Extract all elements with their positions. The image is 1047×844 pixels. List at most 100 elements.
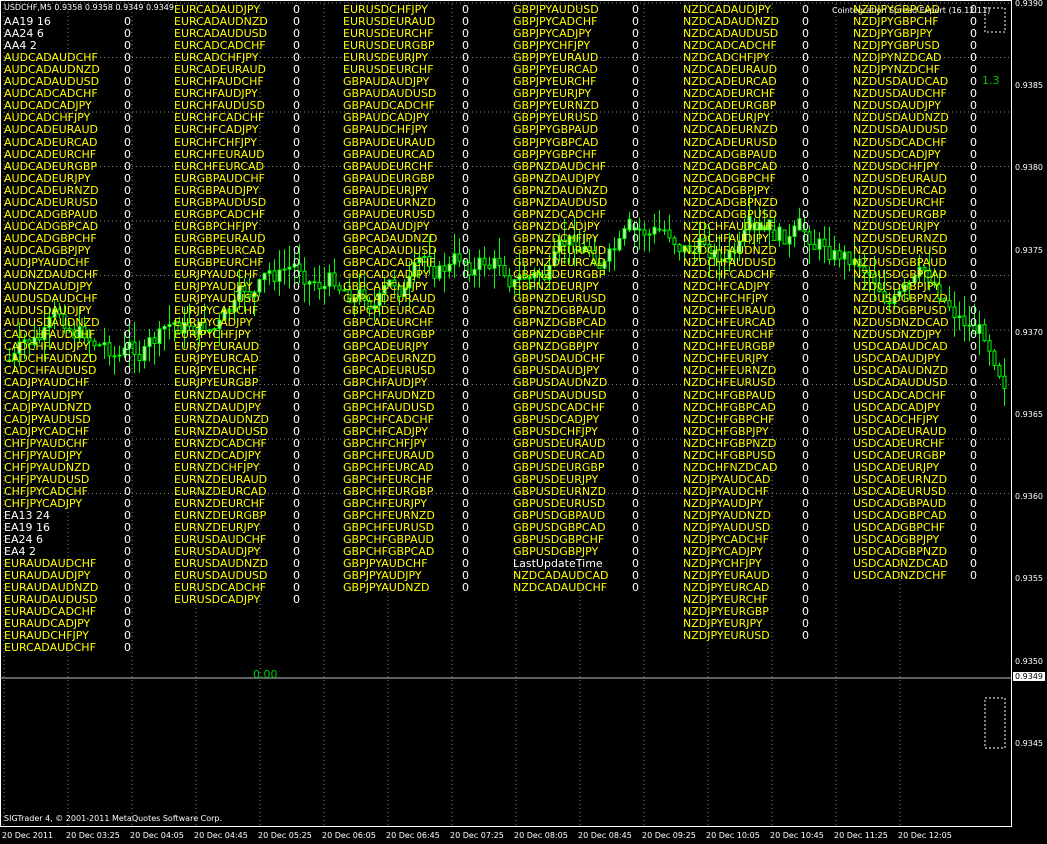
pair-name: USDCADAUDCAD [853, 341, 948, 354]
pair-value: 0 [462, 425, 469, 438]
pair-name: GBPCHFCHFJPY [343, 437, 427, 450]
pair-name: NZDCADGBPCAD [683, 160, 778, 173]
pair-name: NZDUSDEURJPY [853, 220, 940, 233]
candle-body [452, 253, 457, 265]
pair-value: 0 [293, 136, 300, 149]
pair-value: 0 [462, 570, 469, 583]
pair-value: 0 [124, 582, 131, 595]
pair-name: EURCADCHFJPY [174, 52, 259, 65]
pair-value: 0 [802, 196, 809, 209]
pair-name: NZDJPYGBPJPY [853, 28, 933, 41]
pair-value: 0 [124, 341, 131, 354]
pair-name: GBPAUDEURJPY [343, 184, 429, 197]
pair-value: 0 [124, 353, 131, 366]
pair-value: 0 [632, 509, 639, 522]
candle-body [157, 328, 162, 345]
pair-name: NZDCADEURUSD [683, 136, 778, 149]
candle-body [152, 337, 157, 345]
pair-value: 0 [124, 449, 131, 462]
pair-name: GBPCHFAUDJPY [343, 377, 428, 390]
pair-name: GBPNZDAUDNZD [513, 184, 609, 197]
pair-value: 0 [124, 534, 131, 547]
pair-name: EURNZDCADCHF [174, 437, 267, 450]
pair-value: 0 [462, 509, 469, 522]
pair-value: 0 [632, 473, 639, 486]
pair-name: NZDJPYAUDJPY [683, 497, 764, 510]
pair-name: EURCHFAUDJPY [174, 88, 258, 101]
pair-value: 0 [970, 232, 977, 245]
pair-value: 0 [970, 570, 977, 583]
pair-name: EURUSDCADCHF [174, 582, 267, 595]
pair-value: 0 [632, 136, 639, 149]
pair-name: USDCADNZDCAD [853, 558, 949, 571]
pair-name: NZDJPYCHFJPY [683, 558, 762, 571]
pair-name: EURGBPAUDCHF [174, 172, 265, 185]
pair-value: 0 [462, 28, 469, 41]
pair-name: NZDCHFAUDUSD [683, 256, 777, 269]
pair-value: 0 [293, 329, 300, 342]
pair-name: EURCHFEURCAD [174, 160, 265, 173]
pair-name: NZDJPYCADCHF [683, 534, 769, 547]
time-tick-label: 20 Dec 05:25 [258, 831, 312, 840]
pair-value: 0 [970, 497, 977, 510]
price-tick-label: 0.9360 [1015, 492, 1043, 502]
pair-value: 0 [124, 317, 131, 330]
pair-name: NZDCADEURNZD [683, 124, 778, 137]
pair-name: NZDCHFEURGBP [683, 341, 775, 354]
pair-value: 0 [802, 100, 809, 113]
price-tick-label: 0.9385 [1015, 81, 1043, 91]
candle-body [492, 257, 497, 269]
pair-value: 0 [970, 329, 977, 342]
pair-value: 0 [293, 534, 300, 547]
pair-value: 0 [632, 461, 639, 474]
pair-name: USDCADGBPCAD [853, 509, 947, 522]
pair-value: 0 [970, 305, 977, 318]
pair-value: 0 [970, 220, 977, 233]
pair-name: NZDJPYAUDCAD [683, 473, 771, 486]
pair-name: GBPNZDGBPAUD [513, 305, 606, 318]
pair-value: 0 [802, 136, 809, 149]
pair-name: NZDCHFEURNZD [683, 365, 777, 378]
pair-name: GBPCADEURGBP [343, 329, 435, 342]
pair-name: NZDUSDAUDNZD [853, 112, 949, 125]
pair-name: GBPAUDEURUSD [343, 208, 436, 221]
pair-name: NZDCHFCADJPY [683, 281, 770, 294]
pair-value: 0 [462, 196, 469, 209]
pair-value: 0 [293, 100, 300, 113]
pair-value: 0 [802, 76, 809, 89]
pair-name: AUDCADGBPCHF [4, 232, 97, 245]
pair-value: 0 [970, 461, 977, 474]
pair-value: 0 [462, 353, 469, 366]
candle-body [317, 281, 322, 290]
pair-name: EURJPYEURCAD [174, 353, 259, 366]
pair-name: EURUSDAUDUSD [174, 570, 268, 583]
pair-value: 0 [124, 642, 131, 655]
price-tick-label: 0.9345 [1015, 738, 1043, 748]
pair-name: CADCHFAUDUSD [4, 365, 97, 378]
pair-name: NZDUSDGBPAUD [853, 256, 947, 269]
pair-name: GBPJPYEURUSD [513, 112, 599, 125]
pair-name: GBPUSDGBPJPY [513, 546, 599, 559]
pair-name: NZDCHFAUDNZD [683, 244, 777, 257]
pair-value: 0 [124, 497, 131, 510]
time-tick-label: 20 Dec 10:05 [706, 831, 760, 840]
pair-value: 0 [802, 413, 809, 426]
pair-value: 0 [462, 4, 469, 16]
pair-name: NZDCADGBPJPY [683, 184, 770, 197]
pair-name: NZDUSDCADCHF [853, 136, 947, 149]
candle-body [987, 340, 992, 352]
pair-value: 0 [462, 497, 469, 510]
pair-name: GBPJPYEURNZD [513, 100, 599, 113]
pair-name: NZDCHFGBPNZD [683, 437, 777, 450]
pair-value: 0 [124, 40, 131, 53]
pair-name: GBPCHFAUDUSD [343, 401, 435, 414]
pair-value: 0 [124, 558, 131, 571]
pair-name: EURAUDAUDCHF [4, 558, 97, 571]
pair-name: GBPJPYEURJPY [513, 88, 592, 101]
pair-value: 0 [293, 341, 300, 354]
pair-value: 0 [970, 88, 977, 101]
pair-name: AUDCADEURAUD [4, 124, 98, 137]
pair-value: 0 [632, 437, 639, 450]
pair-name: NZDJPYEURCHF [683, 594, 768, 607]
pair-name: AA4 2 [4, 40, 37, 53]
